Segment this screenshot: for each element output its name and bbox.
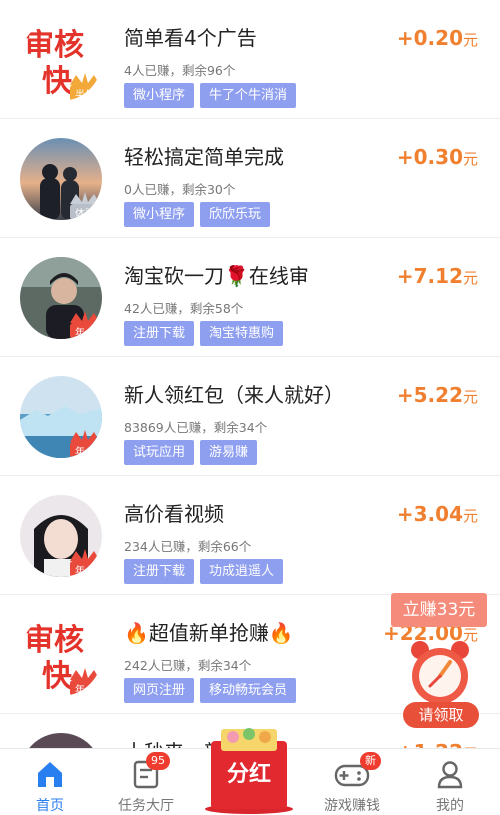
crown-badge-icon: 半年 — [70, 73, 100, 101]
user-icon — [437, 761, 463, 789]
task-tags: 注册下载 淘宝特惠购 — [124, 321, 284, 346]
task-title: 简单看4个广告 — [124, 26, 257, 50]
reward-amount: +5.22 — [396, 383, 463, 407]
tab-home[interactable]: 首页 — [0, 749, 100, 815]
tab-mine[interactable]: 我的 — [400, 749, 500, 815]
task-item[interactable]: 年卡 高价看视频 234人已赚，剩余66个 注册下载 功成逍遥人 +3.04元 — [0, 476, 500, 595]
task-reward: +0.20元 — [397, 26, 478, 50]
task-tag: 淘宝特惠购 — [200, 321, 284, 346]
reward-unit: 元 — [462, 507, 478, 525]
task-tag: 牛了个牛消消 — [200, 83, 297, 108]
reward-unit: 元 — [462, 388, 478, 406]
task-reward: +0.30元 — [397, 145, 478, 169]
task-title: 新人领红包（来人就好） — [124, 383, 344, 407]
reward-amount: +0.20 — [396, 26, 463, 50]
reward-unit: 元 — [462, 150, 478, 168]
task-tag: 微小程序 — [124, 202, 195, 227]
task-tags: 注册下载 功成逍遥人 — [124, 559, 284, 584]
tab-task-hall[interactable]: 95 任务大厅 — [96, 749, 196, 815]
alarm-clock-icon[interactable] — [404, 638, 476, 710]
reward-amount: +0.30 — [396, 145, 463, 169]
task-title: 轻松搞定简单完成 — [124, 145, 284, 169]
reward-amount: +1.22 — [397, 740, 463, 748]
person-photo — [20, 733, 102, 748]
reward-amount: +3.04 — [396, 502, 463, 526]
reward-unit: 元 — [462, 31, 478, 49]
task-title: 淘宝砍一刀🌹在线审 — [124, 264, 309, 288]
crown-badge-icon: 体验 — [70, 192, 100, 220]
reward-amount: +7.12 — [396, 264, 463, 288]
task-avatar: 审核 快 年卡 — [20, 614, 102, 696]
task-avatar: 审核 快 半年 — [20, 19, 102, 101]
svg-text:体验: 体验 — [75, 207, 95, 220]
task-meta: 234人已赚，剩余66个 — [124, 539, 252, 554]
task-meta: 83869人已赚，剩余34个 — [124, 420, 268, 435]
reward-unit: 元 — [462, 269, 478, 287]
home-icon — [38, 762, 62, 787]
task-avatar: 体验 — [20, 138, 102, 220]
task-list: 审核 快 半年 简单看4个广告 4人已赚，剩余96个 微小程序 牛了个牛消消 +… — [0, 0, 500, 748]
task-tag: 试玩应用 — [124, 440, 195, 465]
task-meta: 242人已赚，剩余34个 — [124, 658, 252, 673]
crown-badge-icon: 年卡 — [70, 668, 100, 696]
crown-badge-icon: 年卡 — [70, 430, 100, 458]
task-tag: 注册下载 — [124, 559, 195, 584]
svg-text:年卡: 年卡 — [75, 564, 95, 577]
crown-badge-icon: 年卡 — [70, 549, 100, 577]
task-avatar: 年卡 — [20, 376, 102, 458]
task-tag: 游易赚 — [200, 440, 258, 465]
task-tags: 试玩应用 游易赚 — [124, 440, 258, 465]
new-badge: 新 — [360, 752, 381, 770]
task-reward: +5.22元 — [397, 383, 478, 407]
claim-reward-button[interactable]: 请领取 — [403, 702, 479, 728]
tab-mine-label: 我的 — [436, 798, 464, 814]
task-tag: 微小程序 — [124, 83, 195, 108]
task-title: 高价看视频 — [124, 502, 224, 526]
task-avatar: 年卡 — [20, 257, 102, 339]
task-reward: +3.04元 — [397, 502, 478, 526]
task-reward: +7.12元 — [397, 264, 478, 288]
task-item[interactable]: 体验 轻松搞定简单完成 0人已赚，剩余30个 微小程序 欣欣乐玩 +0.30元 — [0, 119, 500, 238]
task-item[interactable]: 年卡 新人领红包（来人就好） 83869人已赚，剩余34个 试玩应用 游易赚 +… — [0, 357, 500, 476]
task-tag: 功成逍遥人 — [200, 559, 284, 584]
tasks-count-badge: 95 — [146, 752, 170, 770]
tab-game-earn-label: 游戏赚钱 — [324, 798, 380, 814]
task-tag: 网页注册 — [124, 678, 195, 703]
task-item[interactable]: 审核 快 半年 简单看4个广告 4人已赚，剩余96个 微小程序 牛了个牛消消 +… — [0, 0, 500, 119]
center-tab-label: 分红 — [227, 761, 271, 787]
task-avatar: 年卡 — [20, 495, 102, 577]
task-avatar — [20, 733, 102, 748]
svg-text:审核: 审核 — [24, 623, 84, 658]
task-tags: 微小程序 牛了个牛消消 — [124, 83, 297, 108]
instant-earn-badge[interactable]: 立赚33元 — [391, 593, 487, 627]
dividend-red-packet-button[interactable]: 分红 — [203, 725, 295, 815]
task-tag: 移动畅玩会员 — [200, 678, 297, 703]
task-item[interactable]: 年卡 淘宝砍一刀🌹在线审 42人已赚，剩余58个 注册下载 淘宝特惠购 +7.1… — [0, 238, 500, 357]
tab-task-hall-label: 任务大厅 — [118, 798, 174, 814]
svg-text:审核: 审核 — [24, 28, 84, 63]
svg-text:年卡: 年卡 — [75, 326, 95, 339]
task-tag: 注册下载 — [124, 321, 195, 346]
task-meta: 0人已赚，剩余30个 — [124, 182, 236, 197]
tab-home-label: 首页 — [36, 798, 64, 814]
task-tags: 微小程序 欣欣乐玩 — [124, 202, 271, 227]
task-meta: 4人已赚，剩余96个 — [124, 63, 236, 78]
task-title: 🔥超值新单抢赚🔥 — [124, 621, 294, 645]
task-reward: +1.22元 — [397, 740, 478, 748]
task-tag: 欣欣乐玩 — [200, 202, 271, 227]
svg-text:半年: 半年 — [75, 88, 95, 101]
svg-text:年卡: 年卡 — [75, 445, 95, 458]
crown-badge-icon: 年卡 — [70, 311, 100, 339]
svg-text:年卡: 年卡 — [75, 683, 95, 696]
task-meta: 42人已赚，剩余58个 — [124, 301, 244, 316]
task-tags: 网页注册 移动畅玩会员 — [124, 678, 297, 703]
tab-game-earn[interactable]: 新 游戏赚钱 — [302, 749, 402, 815]
